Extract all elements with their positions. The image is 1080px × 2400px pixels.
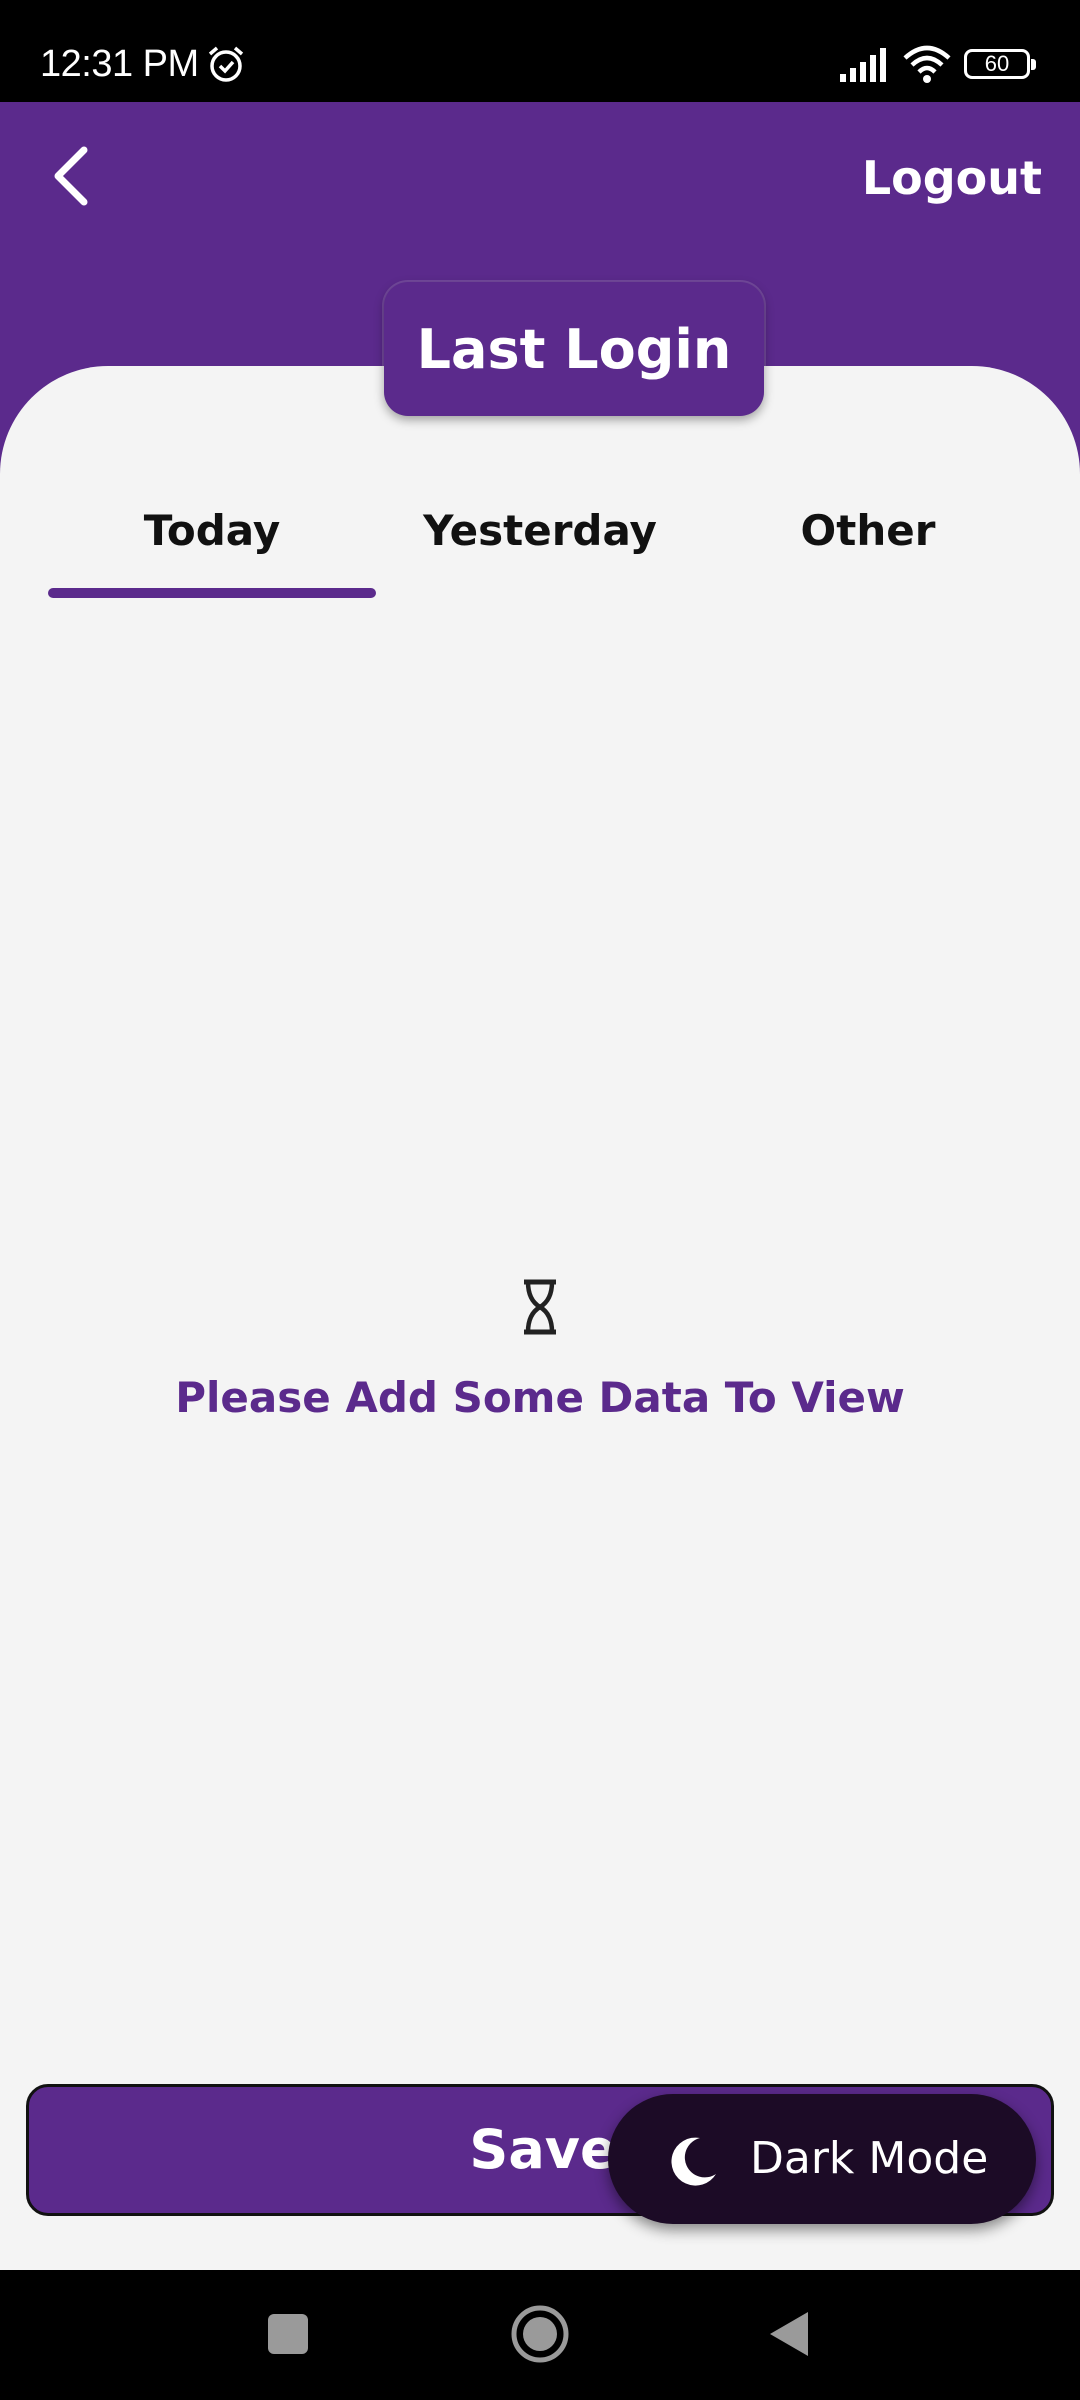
moon-icon	[671, 2137, 716, 2186]
tab-today[interactable]: Today	[48, 490, 376, 572]
battery-level: 60	[984, 51, 1010, 76]
wifi-icon	[903, 45, 951, 83]
tab-other[interactable]: Other	[704, 490, 1032, 572]
dark-mode-button[interactable]: Dark Mode	[608, 2094, 1036, 2224]
alarm-icon	[208, 46, 244, 82]
recents-icon[interactable]	[268, 2314, 308, 2354]
battery-icon: 60	[964, 49, 1036, 79]
home-icon[interactable]	[510, 2304, 570, 2364]
logout-button[interactable]: Logout	[862, 150, 1042, 206]
chevron-left-icon[interactable]	[44, 140, 96, 212]
tab-bar: Today Yesterday Other	[0, 490, 1080, 610]
status-time: 12:31 PM	[40, 43, 199, 85]
hourglass-icon	[524, 1279, 556, 1335]
system-nav-bar	[0, 2270, 1080, 2400]
signal-icon	[840, 48, 886, 82]
tab-indicator	[48, 588, 376, 598]
page-title: Last Login	[384, 282, 764, 416]
status-bar: 12:31 PM 60	[0, 0, 1080, 102]
tab-yesterday[interactable]: Yesterday	[376, 490, 704, 572]
empty-state-message: Please Add Some Data To View	[175, 1373, 905, 1422]
back-icon[interactable]	[768, 2310, 810, 2358]
dark-mode-label: Dark Mode	[750, 2133, 989, 2184]
